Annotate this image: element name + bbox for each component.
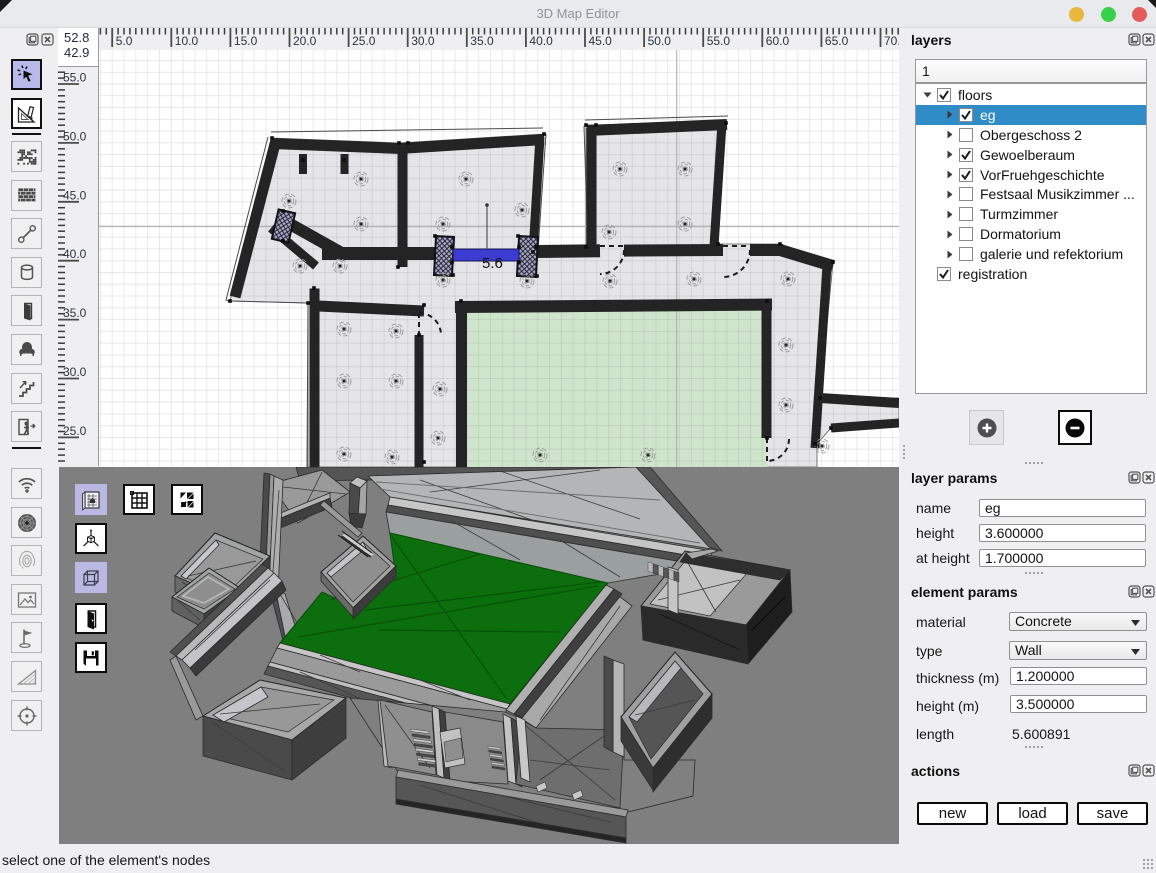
svg-text:45.0: 45.0 bbox=[589, 34, 613, 48]
svg-text:60.0: 60.0 bbox=[766, 34, 790, 48]
svg-text:50.0: 50.0 bbox=[63, 129, 87, 143]
svg-text:25.0: 25.0 bbox=[63, 424, 87, 438]
svg-text:50.0: 50.0 bbox=[648, 34, 672, 48]
svg-text:5.0: 5.0 bbox=[116, 34, 133, 48]
svg-text:5.6: 5.6 bbox=[482, 255, 503, 272]
svg-text:30.0: 30.0 bbox=[411, 34, 435, 48]
svg-text:45.0: 45.0 bbox=[63, 188, 87, 202]
svg-text:15.0: 15.0 bbox=[234, 34, 258, 48]
svg-text:35.0: 35.0 bbox=[470, 34, 494, 48]
svg-text:40.0: 40.0 bbox=[63, 247, 87, 261]
svg-text:10.0: 10.0 bbox=[175, 34, 199, 48]
svg-text:30.0: 30.0 bbox=[63, 365, 87, 379]
svg-text:35.0: 35.0 bbox=[63, 306, 87, 320]
svg-text:20.0: 20.0 bbox=[293, 34, 317, 48]
svg-text:40.0: 40.0 bbox=[529, 34, 553, 48]
svg-text:70.0: 70.0 bbox=[884, 34, 899, 48]
svg-text:65.0: 65.0 bbox=[825, 34, 849, 48]
svg-text:25.0: 25.0 bbox=[352, 34, 376, 48]
svg-text:55.0: 55.0 bbox=[63, 71, 87, 85]
svg-text:55.0: 55.0 bbox=[707, 34, 731, 48]
